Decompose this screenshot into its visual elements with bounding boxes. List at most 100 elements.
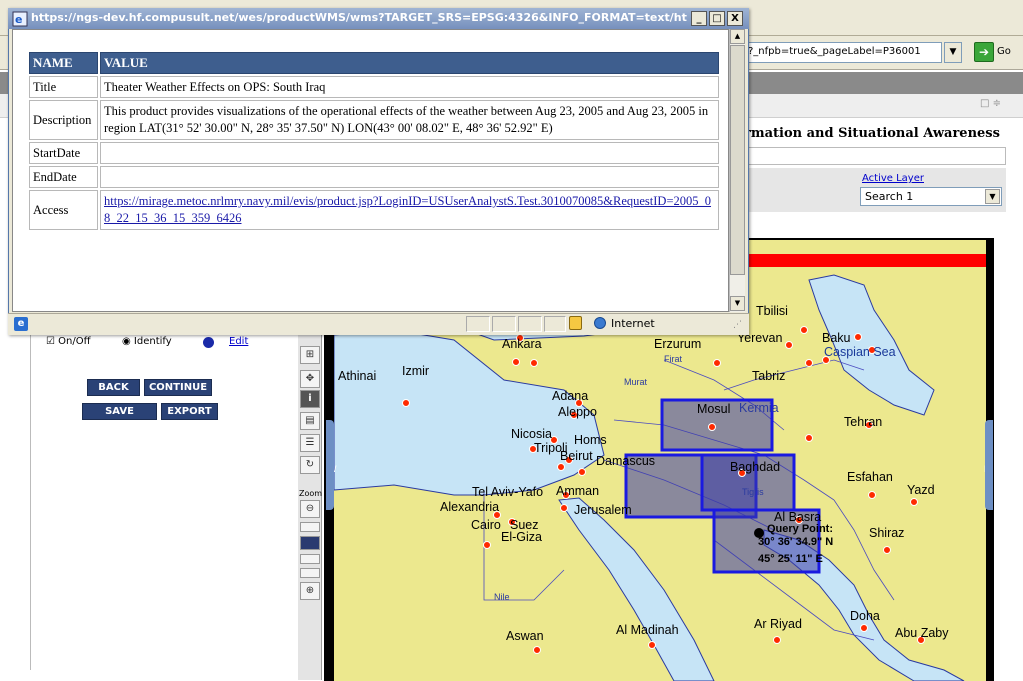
svg-text:Aswan: Aswan bbox=[506, 629, 544, 643]
refresh-map-icon[interactable]: ↻ bbox=[300, 456, 320, 474]
svg-text:Beirut: Beirut bbox=[560, 449, 593, 463]
status-cell bbox=[492, 316, 516, 332]
feature-info-table: NAME VALUE Title Theater Weather Effects… bbox=[27, 50, 721, 232]
svg-text:El-Giza: El-Giza bbox=[501, 530, 542, 544]
document-icon[interactable]: ▤ bbox=[300, 412, 320, 430]
svg-text:Ar Riyad: Ar Riyad bbox=[754, 617, 802, 631]
row-key: EndDate bbox=[29, 166, 98, 188]
svg-text:45° 25' 11" E: 45° 25' 11" E bbox=[758, 553, 823, 565]
table-row: Title Theater Weather Effects on OPS: So… bbox=[29, 76, 719, 98]
minimize-button[interactable]: _ bbox=[691, 11, 707, 26]
layer-color-dot-icon bbox=[203, 337, 214, 348]
pan-icon[interactable]: ✥ bbox=[300, 370, 320, 388]
pan-east-arrow-icon[interactable] bbox=[985, 420, 993, 510]
pan-west-arrow-icon[interactable] bbox=[326, 420, 334, 510]
zoom-level-step[interactable] bbox=[300, 522, 320, 532]
info-icon[interactable]: i bbox=[300, 390, 320, 408]
row-key: Title bbox=[29, 76, 98, 98]
svg-text:Tabriz: Tabriz bbox=[752, 369, 785, 383]
row-key: Access bbox=[29, 190, 98, 230]
svg-text:Alexandria: Alexandria bbox=[440, 500, 499, 514]
svg-text:30° 36' 34.9" N: 30° 36' 34.9" N bbox=[758, 536, 833, 548]
chevron-down-icon[interactable]: ▼ bbox=[985, 189, 1000, 204]
row-key: StartDate bbox=[29, 142, 98, 164]
layers-icon[interactable]: ☰ bbox=[300, 434, 320, 452]
address-dropdown-button[interactable]: ▼ bbox=[944, 42, 962, 63]
portlet-window-controls-icon[interactable]: □ ≑ bbox=[980, 98, 1001, 109]
svg-text:Query Point:: Query Point: bbox=[767, 523, 833, 535]
zoom-slider-handle[interactable] bbox=[300, 536, 320, 550]
identify-radio[interactable]: ◉ Identify bbox=[122, 336, 172, 347]
go-button-label[interactable]: Go bbox=[997, 46, 1011, 57]
scroll-up-icon[interactable]: ▲ bbox=[730, 29, 745, 44]
onoff-checkbox[interactable]: ☑ On/Off bbox=[46, 336, 90, 347]
status-cell bbox=[466, 316, 490, 332]
ie-status-icon: e bbox=[14, 317, 28, 331]
svg-text:Adana: Adana bbox=[552, 389, 588, 403]
address-input[interactable]: ?_nfpb=true&_pageLabel=P36001 bbox=[744, 42, 942, 63]
table-row: Access https://mirage.metoc.nrlmry.navy.… bbox=[29, 190, 719, 230]
zoom-in-icon[interactable]: ⊕ bbox=[300, 582, 320, 600]
save-button[interactable]: SAVE bbox=[82, 403, 157, 420]
svg-text:Kermia: Kermia bbox=[739, 401, 779, 415]
svg-text:Murat: Murat bbox=[624, 377, 648, 387]
popup-content: NAME VALUE Title Theater Weather Effects… bbox=[12, 29, 729, 312]
back-button[interactable]: BACK bbox=[87, 379, 140, 396]
row-key: Description bbox=[29, 100, 98, 140]
svg-text:Nicosia: Nicosia bbox=[511, 427, 552, 441]
zoom-label: Zoom bbox=[299, 489, 323, 498]
column-header-value: VALUE bbox=[100, 52, 719, 74]
svg-text:Tigris: Tigris bbox=[742, 487, 764, 497]
export-button[interactable]: EXPORT bbox=[161, 403, 218, 420]
active-layer-link[interactable]: Active Layer bbox=[862, 173, 924, 184]
svg-text:Caspian Sea: Caspian Sea bbox=[824, 345, 896, 359]
svg-text:Tehran: Tehran bbox=[844, 415, 882, 429]
row-value: This product provides visualizations of … bbox=[100, 100, 719, 140]
scroll-thumb[interactable] bbox=[730, 45, 745, 275]
svg-text:Ankara: Ankara bbox=[502, 337, 542, 351]
go-arrow-icon[interactable]: ➔ bbox=[974, 42, 994, 62]
svg-text:Nile: Nile bbox=[494, 592, 510, 602]
svg-text:e: e bbox=[15, 13, 22, 26]
lock-icon bbox=[569, 316, 582, 330]
svg-text:Yazd: Yazd bbox=[907, 483, 935, 497]
continue-button[interactable]: CONTINUE bbox=[144, 379, 212, 396]
table-header-row: NAME VALUE bbox=[29, 52, 719, 74]
table-row: Description This product provides visual… bbox=[29, 100, 719, 140]
svg-text:Al Madinah: Al Madinah bbox=[616, 623, 679, 637]
svg-text:Cairo: Cairo bbox=[471, 518, 501, 532]
access-link[interactable]: https://mirage.metoc.nrlmry.navy.mil/evi… bbox=[104, 194, 711, 225]
svg-text:Jerusalem: Jerusalem bbox=[574, 503, 632, 517]
security-zone-label: Internet bbox=[611, 317, 655, 330]
svg-text:Athinai: Athinai bbox=[338, 369, 376, 383]
svg-text:Esfahan: Esfahan bbox=[847, 470, 893, 484]
svg-text:Homs: Homs bbox=[574, 433, 607, 447]
edit-link[interactable]: Edit bbox=[229, 336, 248, 347]
popup-vertical-scrollbar[interactable]: ▲ ▼ bbox=[729, 29, 745, 312]
active-layer-select[interactable]: Search 1 bbox=[860, 187, 1002, 206]
row-value: Theater Weather Effects on OPS: South Ir… bbox=[100, 76, 719, 98]
zoom-level-step[interactable] bbox=[300, 568, 320, 578]
status-cell bbox=[544, 316, 566, 332]
zoom-level-step[interactable] bbox=[300, 554, 320, 564]
zoom-out-icon[interactable]: ⊖ bbox=[300, 500, 320, 518]
scroll-down-icon[interactable]: ▼ bbox=[730, 296, 745, 311]
zoom-in-box-icon[interactable]: ⊞ bbox=[300, 346, 320, 364]
svg-text:Abu Zaby: Abu Zaby bbox=[895, 626, 949, 640]
status-cell bbox=[518, 316, 542, 332]
heading-textbox bbox=[740, 147, 1006, 165]
svg-text:Aleppo: Aleppo bbox=[558, 405, 597, 419]
popup-title: https://ngs-dev.hf.compusult.net/wes/pro… bbox=[31, 11, 687, 24]
svg-text:Shiraz: Shiraz bbox=[869, 526, 904, 540]
maximize-button[interactable]: □ bbox=[709, 11, 725, 26]
map-toolbar: ⊞ ✥ i ▤ ☰ ↻ ⊖ ⊕ bbox=[298, 330, 322, 680]
resize-grip-icon[interactable]: ⋰ bbox=[733, 320, 742, 330]
svg-text:Tel Aviv-Yafo: Tel Aviv-Yafo bbox=[472, 485, 543, 499]
ie-page-icon: e bbox=[12, 11, 28, 27]
page-heading: rmation and Situational Awareness bbox=[744, 126, 1000, 141]
svg-text:Erzurum: Erzurum bbox=[654, 337, 701, 351]
globe-icon bbox=[594, 317, 606, 329]
row-value-cell: https://mirage.metoc.nrlmry.navy.mil/evi… bbox=[100, 190, 719, 230]
close-button[interactable]: X bbox=[727, 11, 743, 26]
table-row: StartDate bbox=[29, 142, 719, 164]
